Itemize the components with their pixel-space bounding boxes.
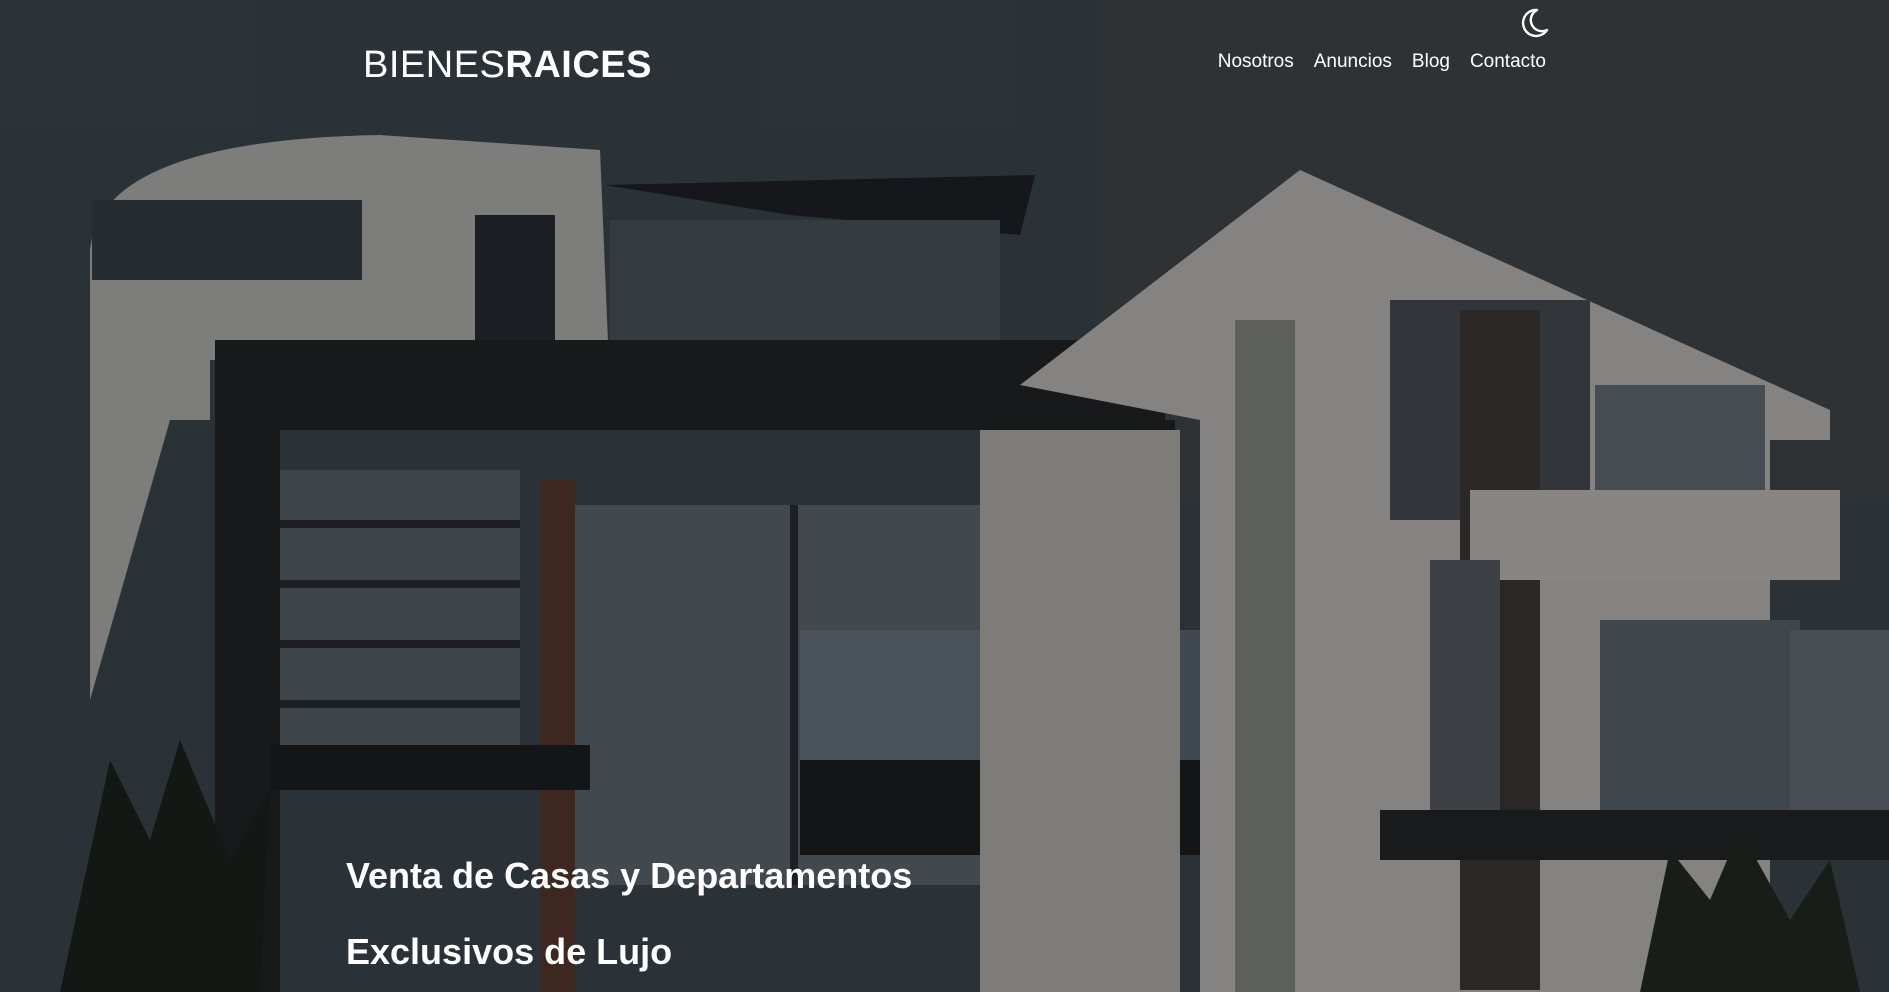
logo-light-text: BIENES — [363, 44, 506, 86]
nav-link-blog[interactable]: Blog — [1412, 50, 1450, 74]
nav-link-anuncios[interactable]: Anuncios — [1314, 50, 1392, 74]
dark-mode-toggle[interactable] — [1517, 6, 1551, 40]
logo-bold-text: RAICES — [505, 44, 652, 86]
moon-icon — [1521, 8, 1549, 38]
site-header: BIENESRAICES Nosotros Anuncios Blog Cont… — [0, 0, 1889, 110]
main-navigation: Nosotros Anuncios Blog Contacto — [1218, 50, 1546, 74]
hero-title-line-1: Venta de Casas y Departamentos — [346, 855, 913, 896]
hero-title: Venta de Casas y Departamentos Exclusivo… — [346, 838, 1046, 990]
site-logo[interactable]: BIENESRAICES — [363, 42, 652, 88]
hero-section: BIENESRAICES Nosotros Anuncios Blog Cont… — [0, 0, 1889, 992]
nav-link-contacto[interactable]: Contacto — [1470, 50, 1546, 74]
hero-title-line-2: Exclusivos de Lujo — [346, 931, 673, 972]
nav-link-nosotros[interactable]: Nosotros — [1218, 50, 1294, 74]
